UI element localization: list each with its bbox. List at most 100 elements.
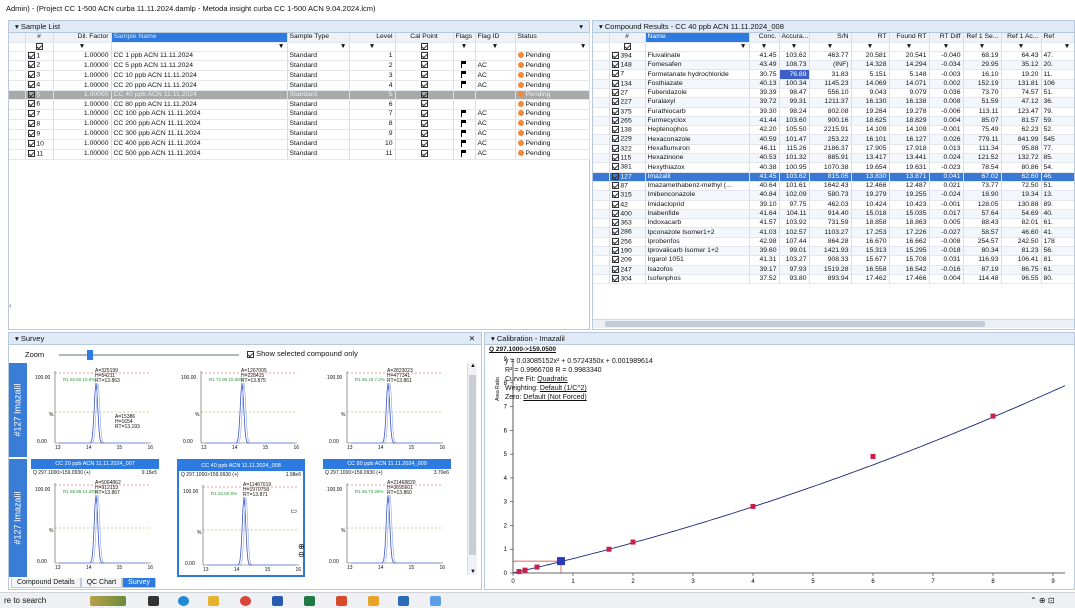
- survey-scrollbar[interactable]: ▲ ▼: [467, 363, 477, 575]
- row-checkbox[interactable]: [611, 154, 619, 162]
- col-dil-factor[interactable]: Dil. Factor: [53, 33, 112, 43]
- collapse-icon[interactable]: ▾: [15, 22, 19, 31]
- col-ref[interactable]: Ref: [1041, 33, 1074, 43]
- filter-ref1ac[interactable]: ▼: [1001, 42, 1042, 52]
- compound-row[interactable]: 7 Formetanate hydrochloride 30.75 76.89 31.8…: [593, 69, 1074, 80]
- row-checkbox[interactable]: [611, 116, 619, 124]
- sample-row-number[interactable]: 6: [25, 99, 54, 110]
- chromatogram-tile[interactable]: CC 20 ppb ACN 11.11.2024_007 Q 297.1000>1…: [31, 459, 159, 577]
- compound-number[interactable]: 322: [609, 144, 646, 155]
- chromatogram-tile[interactable]: CC 40 ppb ACN 11.11.2024_008 Q 297.1000>1…: [177, 459, 305, 577]
- row-checkbox[interactable]: [27, 81, 35, 89]
- sample-row[interactable]: 10 1.00000 CC 400 ppb ACN 11.11.2024 Standa…: [9, 139, 590, 150]
- col-level[interactable]: Level: [349, 33, 396, 43]
- compound-row[interactable]: 87 Imazamethabenz-methyl (... 40.64 101.61 1…: [593, 181, 1074, 192]
- compound-number[interactable]: 315: [609, 190, 646, 201]
- compound-row[interactable]: 42 Imidacloprid 39.10 97.75 462.03 10.424 10.4…: [593, 200, 1074, 210]
- tab-survey[interactable]: Survey: [122, 578, 156, 588]
- app-icon-2[interactable]: [368, 596, 379, 606]
- tile-menu-icon[interactable]: ▭: [290, 507, 297, 515]
- sample-row[interactable]: 4 1.00000 CC 20 ppb ACN 11.11.2024 Standard…: [9, 80, 590, 92]
- cal-point-checkbox[interactable]: [395, 80, 454, 92]
- compound-number[interactable]: 381: [609, 162, 646, 173]
- compound-row[interactable]: 115 Hexazinone 40.53 101.32 885.91 13.417 13.4…: [593, 153, 1074, 164]
- cal-point-checkbox[interactable]: [395, 109, 454, 120]
- chromatogram-tile[interactable]: 100.00% 0.00 A=325199 H=54211 RT=13.863 R1 60…: [31, 363, 159, 457]
- sample-row[interactable]: 11 1.00000 CC 500 ppb ACN 11.11.2024 Standa…: [9, 149, 590, 160]
- compound-row[interactable]: 134 Fosthiazate 40.13 100.34 1145.23 14.069 14…: [593, 79, 1074, 90]
- row-checkbox[interactable]: [611, 135, 619, 143]
- compound-row[interactable]: 138 Heptenophos 42.20 105.50 2215.91 14.109 14…: [593, 125, 1074, 136]
- row-checkbox[interactable]: [611, 191, 619, 199]
- col-rt[interactable]: RT: [851, 33, 890, 43]
- col-sn[interactable]: S/N: [809, 33, 852, 43]
- compound-row[interactable]: 381 Hexythiazox 40.38 100.95 1070.38 19.654 19…: [593, 162, 1074, 173]
- sample-row-number[interactable]: 3: [25, 70, 54, 82]
- filter-flags[interactable]: ▼: [453, 42, 476, 52]
- zoom-out-icon[interactable]: ⊖: [298, 551, 305, 559]
- cal-point-checkbox[interactable]: [395, 129, 454, 140]
- row-checkbox[interactable]: [27, 51, 35, 59]
- row-checkbox[interactable]: [611, 274, 619, 282]
- filter-ref[interactable]: ▼: [1041, 42, 1074, 52]
- filter-level[interactable]: ▼: [349, 42, 396, 52]
- sample-row-number[interactable]: 7: [25, 109, 54, 120]
- show-selected-checkbox[interactable]: [247, 350, 254, 358]
- row-checkbox[interactable]: [611, 228, 619, 236]
- compound-row[interactable]: 322 Hexaflumuron 46.11 115.26 2186.37 17.905 1…: [593, 144, 1074, 155]
- scroll-left-icon[interactable]: ‹: [9, 301, 12, 310]
- show-selected-toggle[interactable]: Show selected compound only: [247, 349, 358, 358]
- compound-row[interactable]: 27 Fuberidazole 39.39 98.47 556.10 9.043 9.079…: [593, 88, 1074, 99]
- col-accuracy[interactable]: Accura...: [779, 33, 810, 43]
- row-checkbox[interactable]: [611, 181, 619, 189]
- compound-number[interactable]: 229: [609, 134, 646, 145]
- compound-row[interactable]: 256 Iprobenfos 42.98 107.44 864.28 16.670 16.6…: [593, 237, 1074, 248]
- chromatogram-tile[interactable]: CC 80 ppb ACN 11.11.2024_009 Q 297.1000>1…: [323, 459, 451, 577]
- filter-ref1se[interactable]: ▼: [963, 42, 1002, 52]
- compound-number[interactable]: 138: [609, 125, 646, 136]
- tab-qc-chart[interactable]: QC Chart: [80, 578, 123, 588]
- cal-point-checkbox[interactable]: [395, 51, 454, 62]
- horizontal-scrollbar[interactable]: [593, 319, 1074, 328]
- zoom-buttons[interactable]: ⊕ ⊖: [298, 543, 305, 559]
- compound-row[interactable]: 394 Fluvalinate 41.45 103.62 463.77 20.581 20.…: [593, 51, 1074, 62]
- filter-rtd[interactable]: ▼: [929, 42, 964, 52]
- filter-status[interactable]: ▼: [515, 42, 590, 52]
- compound-row[interactable]: 375 Furathiocarb 39.30 98.24 802.08 19.284 19.…: [593, 107, 1074, 117]
- filter-select-all[interactable]: [25, 42, 54, 52]
- row-checkbox[interactable]: [611, 237, 619, 245]
- excel-icon[interactable]: [304, 596, 315, 606]
- cal-point-checkbox[interactable]: [395, 139, 454, 150]
- compound-row[interactable]: 400 Inabenfide 41.64 104.11 914.40 15.018 15.0…: [593, 209, 1074, 220]
- filter-dil[interactable]: ▼: [53, 42, 112, 52]
- filter-cname[interactable]: ▼: [645, 42, 750, 52]
- sample-row[interactable]: 7 1.00000 CC 100 ppb ACN 11.11.2024 Standar…: [9, 109, 590, 120]
- compound-row[interactable]: 265 Furmecyclox 41.44 103.60 900.16 18.625 18.…: [593, 116, 1074, 127]
- compound-number[interactable]: 363: [609, 218, 646, 229]
- col-found-rt[interactable]: Found RT: [889, 33, 930, 43]
- compound-row[interactable]: 315 Imibenconazole 40.84 102.09 580.73 19.279…: [593, 190, 1074, 201]
- col-conc[interactable]: Conc.: [749, 33, 780, 43]
- tab-compound-details[interactable]: Compound Details: [11, 578, 81, 588]
- cal-point-checkbox[interactable]: [395, 90, 454, 101]
- compound-row[interactable]: 286 Ipconazole Isomer1+2 41.03 102.57 1103.2…: [593, 227, 1074, 238]
- filter-sn[interactable]: ▼: [809, 42, 852, 52]
- compound-row[interactable]: 209 Irgarol 1051 41.31 103.27 908.33 15.677 15…: [593, 255, 1074, 266]
- row-checkbox[interactable]: [27, 61, 35, 69]
- row-checkbox[interactable]: [27, 71, 35, 79]
- row-checkbox[interactable]: [611, 107, 619, 115]
- compound-number[interactable]: 209: [609, 255, 646, 266]
- compound-number[interactable]: 265: [609, 116, 646, 127]
- word-icon[interactable]: [272, 596, 283, 606]
- task-view-icon[interactable]: [148, 596, 159, 606]
- pin-icon[interactable]: ▾: [579, 22, 583, 31]
- cal-point-checkbox[interactable]: [395, 60, 454, 72]
- row-checkbox[interactable]: [27, 120, 35, 128]
- row-checkbox[interactable]: [611, 200, 619, 208]
- row-checkbox[interactable]: [611, 88, 619, 96]
- sample-row[interactable]: 6 1.00000 CC 80 ppb ACN 11.11.2024 Standard…: [9, 99, 590, 110]
- filter-type[interactable]: ▼: [287, 42, 350, 52]
- system-tray-icons[interactable]: ⌃ ⊕ ⊡: [1030, 596, 1055, 605]
- compound-row[interactable]: 304 Isofenphos 37.52 93.80 893.94 17.462 17.46…: [593, 274, 1074, 285]
- edge-icon[interactable]: [178, 596, 189, 606]
